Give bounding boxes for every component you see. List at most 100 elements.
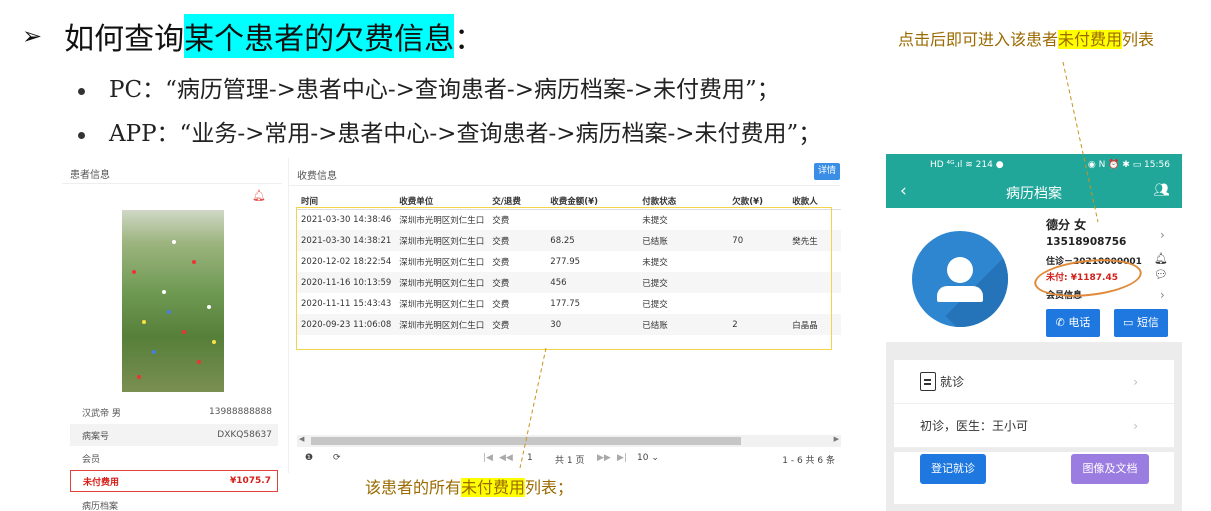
bullet-app-path: APP：“业务->常用->患者中心->查询患者->病历档案->未付费用”； xyxy=(78,114,821,148)
fee-panel-header: 收费信息 xyxy=(289,158,840,186)
table-cell: 未提交 xyxy=(642,215,668,226)
record-no-row[interactable]: 病案号 DXKQ58637 xyxy=(70,424,278,446)
visit-detail: 初诊，医生：王小可 xyxy=(920,419,1029,433)
table-row[interactable]: 2021-03-30 14:38:21 深圳市光明区刘仁生口 交费 68.25 已结账 7… xyxy=(297,230,841,251)
refresh-icon[interactable]: ⟳ xyxy=(333,453,341,463)
table-row[interactable]: 2020-09-23 11:06:08 深圳市光明区刘仁生口 交费 30 已结账 2 白晶晶 xyxy=(297,314,841,335)
unpaid-fee-value: ¥1075.7 xyxy=(230,476,271,486)
sms-button[interactable]: ▭ 短信 xyxy=(1114,309,1168,337)
annotation-bottom: 该患者的所有未付费用列表； xyxy=(365,474,573,498)
fee-table-body: 2021-03-30 14:38:46 深圳市光明区刘仁生口 交费 未提交 2021-0… xyxy=(297,209,841,335)
table-cell: 白晶晶 xyxy=(788,314,841,335)
last-page-icon[interactable]: ▶| xyxy=(617,453,627,463)
table-cell: 70 xyxy=(728,230,789,251)
table-row[interactable]: 2020-11-16 10:13:59 深圳市光明区刘仁生口 交费 456 已提交 xyxy=(297,272,841,293)
status-right: ◉ N ⏰ ✱ ▭ 15:56 xyxy=(1087,160,1170,170)
table-cell: 456 xyxy=(546,272,639,293)
table-cell: 2021-03-30 14:38:46 xyxy=(301,214,392,225)
table-cell: 2020-11-16 10:13:59 xyxy=(297,272,396,293)
images-docs-button[interactable]: 图像及文档 xyxy=(1071,454,1149,484)
slide-heading: ➢ 如何查询 某个患者的欠费信息 ： xyxy=(22,14,484,58)
table-cell xyxy=(546,209,638,230)
table-cell: 68.25 xyxy=(546,230,639,251)
table-cell: 深圳市光明区刘仁生口 xyxy=(395,230,489,251)
users-icon[interactable]: 👥︎ xyxy=(1153,183,1170,198)
scroll-left-icon[interactable]: ◀ xyxy=(299,435,304,443)
page-size-select[interactable]: 10 ⌄ xyxy=(637,453,659,463)
chat-icon[interactable]: 💬︎ xyxy=(1154,268,1168,281)
table-cell: 2021-03-30 14:38:21 xyxy=(297,230,396,251)
col-amount[interactable]: 收费金额(¥) xyxy=(546,194,639,210)
bullet-app-text: APP：“业务->常用->患者中心->查询患者->病历档案->未付费用”； xyxy=(109,121,822,147)
medical-record-row[interactable]: 病历档案 xyxy=(70,494,278,511)
col-type[interactable]: 交/退费 xyxy=(488,194,547,210)
annotation-top-mark: 未付费用 xyxy=(1058,30,1123,49)
bullet-dot xyxy=(78,87,85,95)
patient-photo xyxy=(122,210,224,392)
scrollbar-thumb[interactable] xyxy=(311,437,741,445)
table-row[interactable]: 2020-12-02 18:22:54 深圳市光明区刘仁生口 交费 277.95 未提交 xyxy=(297,251,841,272)
call-button[interactable]: ✆ 电话 xyxy=(1046,309,1100,337)
visit-detail-item[interactable]: 初诊，医生：王小可 › xyxy=(894,404,1174,448)
table-cell xyxy=(788,209,841,230)
bell-icon[interactable]: 🔔︎ xyxy=(252,189,266,202)
patient-name-row[interactable]: 汉武帝 男 13988888888 xyxy=(70,401,278,423)
next-page-icon[interactable]: ▶▶ xyxy=(597,453,611,463)
table-cell: 2020-12-02 18:22:54 xyxy=(301,256,392,267)
table-header-row: 时间 收费单位 交/退费 收费金额(¥) 付款状态 欠款(¥) 收款人 xyxy=(297,194,841,210)
current-page-input[interactable]: 1 xyxy=(527,453,533,463)
table-cell: 已结账 xyxy=(638,314,729,335)
col-unit[interactable]: 收费单位 xyxy=(395,194,489,210)
app-patient-phone: 13518908756 xyxy=(1046,236,1127,248)
patient-phone: 13988888888 xyxy=(209,407,272,417)
table-cell: 30 xyxy=(546,314,639,335)
col-status[interactable]: 付款状态 xyxy=(638,194,729,210)
avatar xyxy=(912,231,1008,327)
scroll-right-icon[interactable]: ▶ xyxy=(834,435,839,443)
visit-label: 就诊 xyxy=(940,375,965,389)
status-bar: HD ⁴ᴳ.ıl ≋ 214 ● ◉ N ⏰ ✱ ▭ 15:56 xyxy=(886,154,1182,176)
table-cell: 已结账 xyxy=(638,230,729,251)
table-cell: 未提交 xyxy=(642,257,668,268)
sms-icon: ▭ xyxy=(1123,316,1137,329)
col-debt[interactable]: 欠款(¥) xyxy=(728,194,789,210)
phone-icon: ✆ xyxy=(1055,316,1069,329)
chevron-right-icon[interactable]: › xyxy=(1160,228,1165,242)
col-time[interactable]: 时间 xyxy=(297,194,396,210)
medical-record-label: 病历档案 xyxy=(82,501,119,511)
annotation-bottom-before: 该患者的所有 xyxy=(365,478,462,497)
unpaid-fee-row[interactable]: 未付费用 ¥1075.7 xyxy=(70,470,278,492)
table-cell: 已提交 xyxy=(638,272,729,293)
table-row[interactable]: 2021-03-30 14:38:46 深圳市光明区刘仁生口 交费 未提交 xyxy=(297,209,841,230)
annotation-top: 点击后即可进入该患者未付费用列表 xyxy=(898,26,1154,50)
chevron-right-icon[interactable]: › xyxy=(1160,288,1165,302)
table-cell: 深圳市光明区刘仁生口 xyxy=(399,215,485,226)
table-row[interactable]: 2020-11-11 15:43:43 深圳市光明区刘仁生口 交费 177.75 已提交 xyxy=(297,293,841,314)
first-page-icon[interactable]: |◀ xyxy=(483,453,493,463)
col-payee[interactable]: 收款人 xyxy=(788,194,841,210)
heading-prefix: 如何查询 xyxy=(64,22,185,57)
info-icon[interactable]: ❶ xyxy=(305,453,313,463)
arrow-bullet-icon: ➢ xyxy=(22,22,43,50)
annotation-top-before: 点击后即可进入该患者 xyxy=(898,30,1059,49)
table-cell xyxy=(788,251,841,272)
member-row[interactable]: 会员 xyxy=(70,447,278,469)
app-title: 病历档案 xyxy=(1006,186,1062,202)
prev-page-icon[interactable]: ◀◀ xyxy=(499,453,513,463)
table-cell: 深圳市光明区刘仁生口 xyxy=(399,299,485,310)
table-cell: 深圳市光明区刘仁生口 xyxy=(395,272,489,293)
bullet-pc-path: PC：“病历管理->患者中心->查询患者->病历档案->未付费用”； xyxy=(78,70,780,104)
detail-button[interactable]: 详情 xyxy=(814,163,840,180)
register-visit-button[interactable]: 登记就诊 xyxy=(920,454,986,484)
table-cell: 交费 xyxy=(488,314,547,335)
table-cell: 已提交 xyxy=(642,299,668,310)
pc-fee-panel: 收费信息 详情 时间 收费单位 交/退费 收费金额(¥) 付款状态 欠款(¥) … xyxy=(288,158,841,473)
patient-card[interactable]: 德分 女 13518908756 住诊－20210000001 未付: ¥118… xyxy=(886,208,1182,342)
bell-icon[interactable]: 🔔︎ xyxy=(1154,252,1168,265)
table-cell: 2020-11-11 15:43:43 xyxy=(301,298,392,309)
visit-item[interactable]: 就诊 › xyxy=(894,360,1174,404)
record-no-value: DXKQ58637 xyxy=(217,430,272,440)
table-cell: 交费 xyxy=(492,299,510,310)
horizontal-scrollbar[interactable]: ◀ ▶ xyxy=(297,435,841,447)
pagination-bar: ❶ ⟳ |◀ ◀◀ 1 共 1 页 ▶▶ ▶| 10 ⌄ 1 - 6 共 6 条 xyxy=(297,453,841,467)
